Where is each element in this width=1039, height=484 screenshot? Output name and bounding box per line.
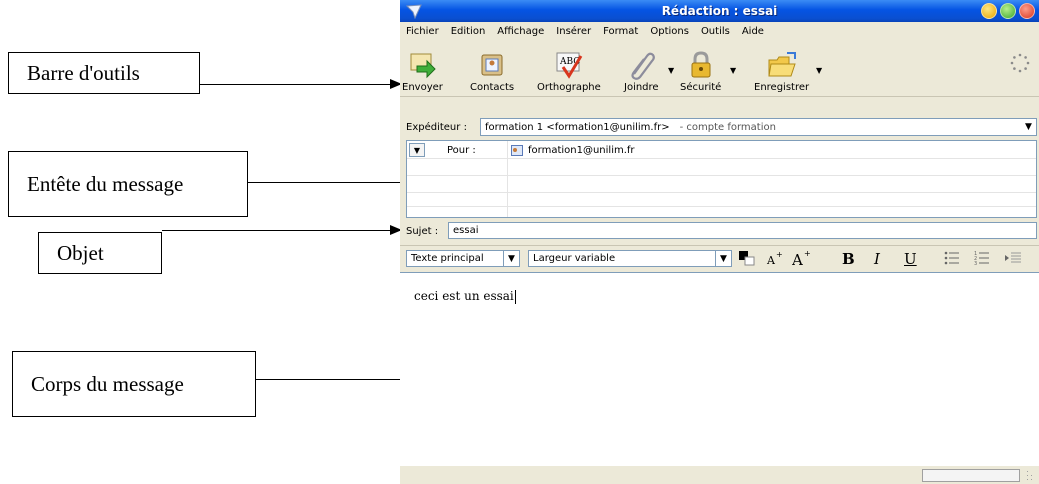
menu-options[interactable]: Options: [650, 26, 689, 37]
format-toolbar: Texte principal ▼ Largeur variable ▼ A +…: [400, 245, 1039, 270]
increase-font-size-icon[interactable]: A +: [792, 249, 812, 267]
menu-format[interactable]: Format: [603, 26, 638, 37]
message-body-content: ceci est un essai: [414, 289, 514, 303]
subject-row: Sujet : essai: [400, 222, 1039, 240]
paperclip-icon: [631, 52, 656, 80]
underline-button[interactable]: U: [904, 250, 917, 268]
address-book-icon: [481, 54, 503, 76]
chevron-down-icon[interactable]: ▼: [409, 143, 425, 157]
save-label: Enregistrer: [754, 82, 810, 93]
status-bar: [400, 466, 1039, 484]
send-label: Envoyer: [402, 82, 443, 93]
message-body-text: ceci est un essai: [414, 289, 516, 304]
italic-button[interactable]: I: [874, 250, 880, 268]
sender-label: Expéditeur :: [406, 121, 467, 133]
attach-dropdown-icon[interactable]: ▼: [668, 66, 674, 75]
status-progress-bar: [922, 469, 1020, 482]
close-button[interactable]: [1019, 3, 1035, 19]
recipient-address-field[interactable]: formation1@unilim.fr: [511, 143, 635, 157]
recipients-list[interactable]: ▼ Pour : formation1@unilim.fr: [406, 140, 1037, 218]
send-icon: [410, 53, 437, 79]
recipient-type-label: Pour :: [447, 144, 476, 156]
title-bar: Rédaction : essai: [400, 0, 1039, 22]
menu-fichier[interactable]: Fichier: [406, 26, 439, 37]
resize-grip-icon[interactable]: [1025, 469, 1035, 481]
bold-button[interactable]: B: [842, 250, 855, 268]
annotation-header: Entête du message: [8, 151, 248, 217]
bullet-list-icon[interactable]: [944, 251, 960, 265]
recipient-type-select[interactable]: ▼ Pour :: [409, 143, 505, 157]
subject-input[interactable]: essai: [448, 222, 1037, 239]
security-label: Sécurité: [680, 82, 722, 93]
spellcheck-icon: ABC: [556, 52, 583, 79]
decrease-font-size-icon[interactable]: A +: [766, 250, 784, 266]
recipient-row-divider: [407, 192, 1036, 193]
chevron-down-icon[interactable]: ▼: [503, 251, 519, 266]
spelling-label: Orthographe: [537, 82, 601, 93]
menu-edition[interactable]: Edition: [451, 26, 486, 37]
svg-text:A: A: [766, 254, 776, 266]
svg-text:+: +: [776, 250, 783, 259]
folder-icon: [767, 52, 796, 77]
paragraph-style-value: Texte principal: [411, 253, 484, 264]
main-toolbar: Envoyer Contacts ABC Orthographe Joindre: [400, 40, 1039, 97]
menu-outils[interactable]: Outils: [701, 26, 730, 37]
minimize-button[interactable]: [981, 3, 997, 19]
recipient-address: formation1@unilim.fr: [528, 144, 635, 156]
chevron-down-icon[interactable]: ▼: [1021, 119, 1036, 135]
indent-icon[interactable]: [1004, 251, 1022, 265]
activity-throbber-icon: [1010, 53, 1030, 73]
spelling-button[interactable]: ABC Orthographe: [537, 50, 601, 96]
svg-text:A: A: [792, 251, 803, 267]
font-value: Largeur variable: [533, 253, 616, 264]
compose-window: Rédaction : essai Fichier Edition Affich…: [400, 0, 1039, 484]
chevron-down-icon[interactable]: ▼: [715, 251, 731, 266]
menu-bar: Fichier Edition Affichage Insérer Format…: [400, 22, 1039, 40]
recipient-row-divider: [407, 206, 1036, 207]
save-dropdown-icon[interactable]: ▼: [816, 66, 822, 75]
subject-label: Sujet :: [406, 225, 439, 237]
window-title: Rédaction : essai: [661, 4, 778, 18]
security-dropdown-icon[interactable]: ▼: [730, 66, 736, 75]
contacts-button[interactable]: Contacts: [470, 50, 514, 96]
attach-button[interactable]: Joindre: [624, 50, 659, 96]
sender-row: Expéditeur : formation 1 <formation1@uni…: [400, 116, 1039, 138]
recipient-row-divider: [407, 175, 1036, 176]
arrow-subject: [162, 225, 402, 235]
annotation-subject: Objet: [38, 232, 162, 274]
annotation-toolbar: Barre d'outils: [8, 52, 200, 94]
menu-inserer[interactable]: Insérer: [556, 26, 591, 37]
font-select[interactable]: Largeur variable ▼: [528, 250, 732, 267]
paragraph-style-select[interactable]: Texte principal ▼: [406, 250, 520, 267]
recipient-row-divider: [407, 158, 1036, 159]
message-body[interactable]: ceci est un essai: [400, 272, 1039, 467]
svg-text:+: +: [804, 249, 811, 258]
sender-account: - compte formation: [679, 121, 776, 133]
subject-value: essai: [453, 225, 479, 236]
annotation-body: Corps du message: [12, 351, 256, 417]
save-button[interactable]: Enregistrer: [754, 50, 809, 96]
security-button[interactable]: Sécurité: [680, 50, 721, 96]
menu-affichage[interactable]: Affichage: [497, 26, 544, 37]
text-caret: [514, 289, 516, 304]
arrow-toolbar: [200, 79, 402, 89]
svg-text:3: 3: [974, 261, 977, 265]
attach-label: Joindre: [624, 82, 659, 93]
text-color-icon[interactable]: [738, 250, 756, 266]
send-button[interactable]: Envoyer: [402, 50, 443, 96]
lock-icon: [691, 51, 711, 78]
maximize-button[interactable]: [1000, 3, 1016, 19]
sender-select[interactable]: formation 1 <formation1@unilim.fr> - com…: [480, 118, 1037, 136]
numbered-list-icon[interactable]: 123: [974, 251, 990, 265]
address-card-icon: [511, 144, 523, 156]
contacts-label: Contacts: [470, 82, 515, 93]
sender-value: formation 1 <formation1@unilim.fr>: [485, 121, 670, 133]
menu-aide[interactable]: Aide: [742, 26, 764, 37]
